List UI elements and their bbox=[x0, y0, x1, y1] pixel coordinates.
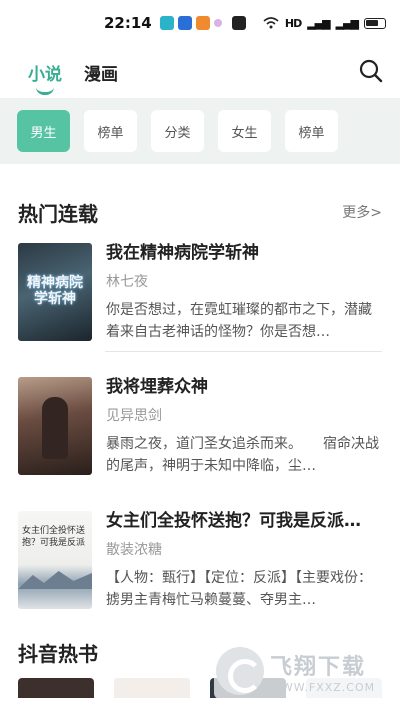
filter-chip-category[interactable]: 分类 bbox=[151, 110, 204, 152]
more-link[interactable]: 更多> bbox=[342, 202, 382, 222]
signal-icon-2: ▂▄▆ bbox=[335, 16, 359, 30]
more-notifications-dot-icon bbox=[231, 16, 246, 30]
status-left: 22:14 bbox=[104, 14, 246, 32]
watermark-main: 飞翔下载 bbox=[270, 654, 367, 680]
tab-comic[interactable]: 漫画 bbox=[84, 60, 118, 85]
book-item[interactable]: 精神病院学斩神 我在精神病院学斩神 林七夜 你是否想过，在霓虹璀璨的都市之下，潜… bbox=[0, 232, 400, 352]
section-title: 热门连载 bbox=[18, 201, 98, 226]
signal-icon-1: ▂▄▆ bbox=[307, 16, 330, 30]
book-info: 我将埋葬众神 见异思剑 暴雨之夜，道门圣女追杀而来。 宿命决战的尾声，神明于未知… bbox=[106, 376, 382, 477]
book-info: 我在精神病院学斩神 林七夜 你是否想过，在霓虹璀璨的都市之下，潜藏着来自古老神话… bbox=[106, 242, 382, 343]
book-description: 【人物：甄行】【定位：反派】【主要戏份：掳男主青梅忙马赖蔓蔓、夺男主… bbox=[106, 569, 372, 608]
search-icon[interactable] bbox=[358, 58, 384, 84]
book-cover[interactable]: 精神病院学斩神 bbox=[18, 243, 92, 341]
book-cover-peek[interactable] bbox=[114, 678, 190, 698]
book-author: 林七夜 bbox=[106, 273, 148, 290]
app-notification-icon bbox=[177, 16, 192, 30]
cover-mountain bbox=[18, 571, 92, 589]
cover-figure bbox=[42, 397, 68, 459]
book-title[interactable]: 我在精神病院学斩神 bbox=[106, 238, 382, 263]
notification-icons bbox=[159, 16, 246, 30]
book-item[interactable]: 我将埋葬众神 见异思剑 暴雨之夜，道门圣女追杀而来。 宿命决战的尾声，神明于未知… bbox=[0, 366, 400, 486]
filter-chip-ranking-2[interactable]: 榜单 bbox=[285, 110, 338, 152]
cover-title: 精神病院学斩神 bbox=[27, 275, 83, 307]
wifi-icon bbox=[263, 17, 279, 29]
book-cover-peek[interactable] bbox=[18, 678, 94, 698]
watermark-url: WWW.FXXZ.COM bbox=[270, 680, 376, 694]
filter-chip-female[interactable]: 女生 bbox=[218, 110, 271, 152]
filter-chip-male[interactable]: 男生 bbox=[17, 110, 70, 152]
filter-bar: 男生 榜单 分类 女生 榜单 bbox=[0, 98, 400, 164]
section-header-hot: 热门连载 更多> bbox=[0, 192, 400, 232]
watermark: 飞翔下载 WWW.FXXZ.COM bbox=[214, 643, 384, 699]
status-time: 22:14 bbox=[104, 14, 152, 32]
pinwheel-icon bbox=[213, 19, 222, 27]
book-cover[interactable] bbox=[18, 377, 92, 475]
status-right: HD ▂▄▆ ▂▄▆ bbox=[263, 17, 386, 30]
top-nav: 小说 漫画 bbox=[0, 46, 400, 98]
app-badge-icon bbox=[195, 16, 210, 30]
watermark-logo-icon bbox=[216, 647, 264, 695]
tab-novel[interactable]: 小说 bbox=[28, 60, 62, 95]
book-description: 你是否想过，在霓虹璀璨的都市之下，潜藏着来自古老神话的怪物？你是否想… bbox=[106, 301, 372, 340]
book-description: 暴雨之夜，道门圣女追杀而来。 宿命决战的尾声，神明于未知中降临，尘… bbox=[106, 435, 379, 474]
book-title[interactable]: 我将埋葬众神 bbox=[106, 372, 382, 397]
book-author: 见异思剑 bbox=[106, 407, 162, 424]
watermark-text: 飞翔下载 WWW.FXXZ.COM bbox=[270, 649, 375, 694]
book-item[interactable]: 女主们全投怀送抱？可我是反派 女主们全投怀送抱？可我是反派… 散装浓糖 【人物：… bbox=[0, 500, 400, 620]
status-bar: 22:14 HD ▂▄▆ ▂▄▆ bbox=[0, 0, 400, 46]
battery-icon bbox=[364, 17, 386, 29]
book-cover[interactable]: 女主们全投怀送抱？可我是反派 bbox=[18, 511, 92, 609]
book-info: 女主们全投怀送抱？可我是反派… 散装浓糖 【人物：甄行】【定位：反派】【主要戏份… bbox=[106, 510, 382, 611]
cover-title: 女主们全投怀送抱？可我是反派 bbox=[22, 526, 86, 548]
book-title[interactable]: 女主们全投怀送抱？可我是反派… bbox=[106, 506, 382, 531]
section-title: 抖音热书 bbox=[18, 641, 98, 666]
filter-chip-ranking[interactable]: 榜单 bbox=[84, 110, 137, 152]
message-icon bbox=[159, 16, 174, 30]
book-author: 散装浓糖 bbox=[106, 541, 162, 558]
hd-icon: HD bbox=[284, 16, 302, 30]
